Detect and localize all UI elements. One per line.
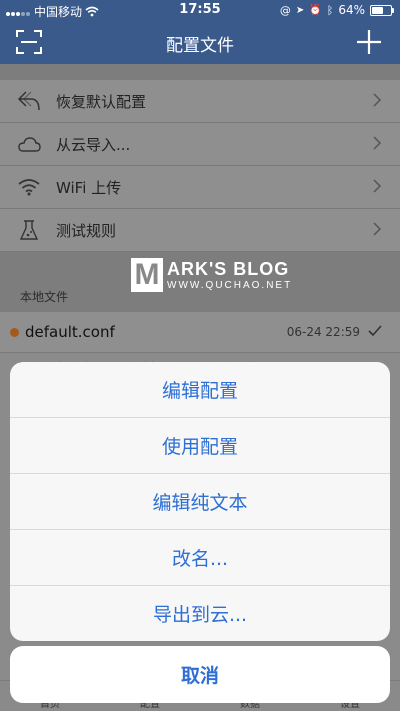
watermark-title: ARK'S BLOG	[167, 259, 290, 279]
alarm-icon: ⏰	[309, 4, 322, 16]
chevron-right-icon	[373, 222, 382, 236]
use-config-button[interactable]: 使用配置	[10, 418, 390, 474]
blog-watermark: M ARK'S BLOG WWW.QUCHAO.NET	[131, 258, 292, 292]
wifi-icon	[16, 174, 42, 200]
menu-item-wifi-upload[interactable]: WiFi 上传	[0, 166, 400, 209]
export-to-cloud-button[interactable]: 导出到云...	[10, 586, 390, 641]
menu-item-label: 恢复默认配置	[56, 92, 147, 111]
menu-item-cloud-import[interactable]: 从云导入...	[0, 123, 400, 166]
menu-item-label: 测试规则	[56, 221, 117, 240]
edit-plain-text-button[interactable]: 编辑纯文本	[10, 474, 390, 530]
menu-item-restore-default[interactable]: 恢复默认配置	[0, 80, 400, 123]
page-title: 配置文件	[166, 36, 234, 56]
status-icons: @ ➤ ⏰ ᛒ 64%	[279, 3, 394, 17]
watermark-subtitle: WWW.QUCHAO.NET	[167, 280, 293, 291]
file-row[interactable]: default.conf 06-24 22:59	[0, 312, 400, 353]
location-icon: ➤	[295, 4, 305, 16]
action-sheet: 编辑配置 使用配置 编辑纯文本 改名... 导出到云...	[10, 362, 390, 641]
cloud-icon	[16, 131, 42, 157]
nav-bar: 配置文件	[0, 20, 400, 64]
file-name: default.conf	[25, 323, 115, 341]
default-dot-icon	[10, 327, 19, 337]
restore-icon	[16, 88, 42, 114]
at-icon: @	[279, 3, 291, 17]
plus-icon[interactable]	[356, 29, 382, 55]
chevron-right-icon	[373, 179, 382, 193]
menu-list: 恢复默认配置 从云导入... WiFi 上传 测试规则	[0, 80, 400, 252]
cancel-button[interactable]: 取消	[10, 646, 390, 703]
chevron-right-icon	[373, 136, 382, 150]
edit-config-button[interactable]: 编辑配置	[10, 362, 390, 418]
menu-item-label: WiFi 上传	[56, 178, 122, 197]
menu-item-label: 从云导入...	[56, 135, 131, 154]
bluetooth-icon: ᛒ	[326, 3, 334, 17]
file-date: 06-24 22:59	[286, 325, 360, 339]
battery-percent: 64%	[338, 3, 365, 17]
watermark-logo: M	[131, 258, 163, 292]
menu-item-test-rules[interactable]: 测试规则	[0, 209, 400, 252]
battery-icon	[370, 4, 394, 16]
status-bar: 中国移动 17:55 @ ➤ ⏰ ᛒ 64%	[0, 0, 400, 20]
checkmark-icon	[368, 325, 382, 337]
chevron-right-icon	[373, 93, 382, 107]
flask-icon	[16, 217, 42, 243]
rename-button[interactable]: 改名...	[10, 530, 390, 586]
